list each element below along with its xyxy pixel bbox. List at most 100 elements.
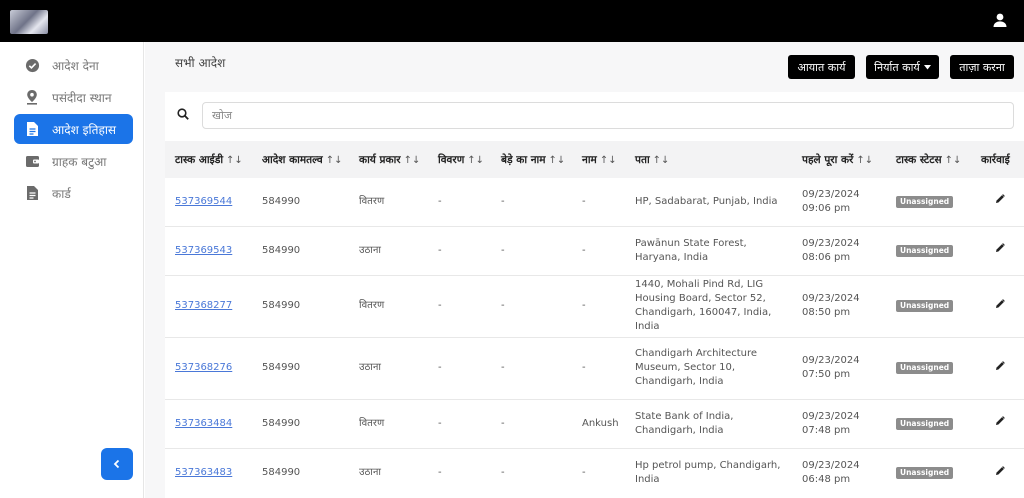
app-logo[interactable] bbox=[10, 10, 48, 34]
date-text: 09/23/2024 bbox=[802, 410, 860, 422]
action-cell bbox=[971, 178, 1024, 227]
column-header: कार्रवाई bbox=[971, 141, 1024, 178]
sidebar-item-order-history[interactable]: आदेश इतिहास bbox=[14, 114, 133, 144]
sort-icon: ↑↓ bbox=[652, 154, 670, 166]
task-type-cell: उठाना bbox=[349, 337, 428, 400]
address-cell: 1440, Mohali Pind Rd, LIG Housing Board,… bbox=[625, 275, 792, 338]
description-cell: - bbox=[428, 226, 491, 276]
pencil-icon bbox=[996, 465, 1005, 475]
task-id-link[interactable]: 537368277 bbox=[175, 300, 232, 311]
sort-icon: ↑↓ bbox=[226, 154, 243, 166]
task-id-cell: 537368276 bbox=[165, 337, 252, 400]
sidebar-item-label: पसंदीदा स्थान bbox=[52, 90, 112, 105]
edit-button[interactable] bbox=[995, 416, 1005, 431]
column-header[interactable]: टास्क स्टेटस ↑↓ bbox=[886, 141, 971, 178]
search-input[interactable] bbox=[202, 102, 1014, 129]
task-status-cell: Unassigned bbox=[886, 337, 971, 400]
user-icon[interactable] bbox=[992, 12, 1008, 28]
fleet-name-cell: - bbox=[491, 399, 572, 449]
time-text: 06:48 pm bbox=[802, 474, 851, 485]
refresh-button[interactable]: ताज़ा करना bbox=[950, 55, 1014, 79]
column-header[interactable]: बेड़े का नाम ↑↓ bbox=[491, 141, 572, 178]
table-row: 537369543 584990 उठाना - - - Pawānun State For… bbox=[165, 226, 1024, 276]
edit-button[interactable] bbox=[995, 243, 1005, 258]
sidebar-item-label: कार्ड bbox=[52, 186, 71, 201]
column-header[interactable]: पता ↑↓ bbox=[625, 141, 792, 178]
task-type-cell: उठाना bbox=[349, 226, 428, 276]
order-cell: 584990 bbox=[252, 275, 349, 338]
column-header[interactable]: कार्य प्रकार ↑↓ bbox=[349, 141, 428, 178]
address-cell: Chandigarh Architecture Museum, Sector 1… bbox=[625, 337, 792, 400]
name-cell: - bbox=[572, 448, 625, 498]
caret-down-icon bbox=[923, 64, 931, 69]
task-id-link[interactable]: 537368276 bbox=[175, 362, 232, 373]
time-text: 07:50 pm bbox=[802, 369, 851, 380]
orders-table: टास्क आईडी ↑↓ आदेश कामतल्व ↑↓ कार्य प्रकार… bbox=[165, 141, 1024, 498]
column-header[interactable]: आदेश कामतल्व ↑↓ bbox=[252, 141, 349, 178]
edit-button[interactable] bbox=[995, 465, 1005, 481]
table-row: 537368277 584990 वितरण - - -1440, Mohali Pind… bbox=[165, 275, 1024, 338]
import-tasks-button[interactable]: आयात कार्य bbox=[788, 55, 855, 79]
pencil-icon bbox=[996, 298, 1005, 308]
table-row: 537368276 584990 उठाना - - - Chandigarh Archit… bbox=[165, 337, 1024, 400]
check-circle-icon bbox=[24, 57, 40, 73]
sidebar-item-card[interactable]: कार्ड bbox=[14, 178, 133, 208]
sort-icon: ↑↓ bbox=[944, 154, 962, 166]
sidebar-item-favorite-places[interactable]: पसंदीदा स्थान bbox=[14, 82, 133, 112]
search-icon bbox=[177, 108, 189, 120]
task-id-link[interactable]: 537363483 bbox=[175, 467, 232, 478]
top-bar bbox=[0, 0, 1024, 42]
pencil-icon bbox=[996, 194, 1005, 204]
task-id-link[interactable]: 537363484 bbox=[175, 418, 232, 429]
time-text: 09:06 pm bbox=[802, 202, 851, 214]
order-cell: 584990 bbox=[252, 226, 349, 276]
task-id-cell: 537363484 bbox=[165, 399, 252, 449]
table-row: 537369544 584990 वितरण - - - HP, Sadabarat, Pu… bbox=[165, 178, 1024, 227]
time-text: 07:48 pm bbox=[802, 424, 851, 436]
order-cell: 584990 bbox=[252, 448, 349, 498]
orders-panel: टास्क आईडी↑↓ आदेश कामतल्व↑↓ कार्य प्रकार… bbox=[165, 92, 1024, 498]
sidebar-item-place-order[interactable]: आदेश देना bbox=[14, 50, 133, 80]
task-id-link[interactable]: 537369543 bbox=[175, 245, 232, 256]
fleet-name-cell: - bbox=[491, 337, 572, 400]
column-header[interactable]: विवरण ↑↓ bbox=[428, 141, 491, 178]
name-cell: - bbox=[572, 178, 625, 227]
task-type-cell: उठाना bbox=[349, 448, 428, 498]
task-id-cell: 537369544 bbox=[165, 178, 252, 227]
task-id-cell: 537363483 bbox=[165, 448, 252, 498]
sort-icon: ↑↓ bbox=[325, 154, 343, 166]
task-status-cell: Unassigned bbox=[886, 399, 971, 449]
status-badge: Unassigned bbox=[896, 467, 954, 479]
status-badge: Unassigned bbox=[896, 244, 954, 257]
time-text: 08:50 pm bbox=[802, 307, 851, 318]
sort-icon: ↑↓ bbox=[548, 154, 566, 166]
table-row: 537363483 584990 उठाना - - - Hp petrol pump, C… bbox=[165, 448, 1024, 498]
export-tasks-button[interactable]: निर्यात कार्य bbox=[866, 55, 939, 79]
task-status-cell: Unassigned bbox=[886, 448, 971, 498]
pencil-icon bbox=[996, 243, 1005, 252]
sidebar-collapse-button[interactable] bbox=[101, 448, 133, 480]
sort-icon: ↑↓ bbox=[856, 154, 874, 166]
edit-button[interactable] bbox=[995, 360, 1005, 376]
sidebar-item-customer-wallet[interactable]: ग्राहक बटुआ bbox=[14, 146, 133, 176]
address-cell: Pawānun State Forest, Haryana, India bbox=[625, 226, 792, 276]
column-header[interactable]: टास्क आईडी ↑↓ bbox=[165, 141, 252, 178]
action-cell bbox=[971, 448, 1024, 498]
edit-button[interactable] bbox=[995, 194, 1005, 209]
column-header[interactable]: पहले पूरा करें ↑↓ bbox=[792, 141, 886, 178]
date-text: 09/23/2024 bbox=[802, 460, 860, 471]
complete-before-cell: 09/23/2024 08:50 pm bbox=[792, 275, 886, 338]
pencil-icon bbox=[996, 360, 1005, 370]
edit-button[interactable] bbox=[995, 298, 1005, 314]
document-icon bbox=[24, 185, 40, 201]
page-title: सभी आदेश bbox=[175, 56, 226, 70]
task-status-cell: Unassigned bbox=[886, 275, 971, 338]
address-cell: State Bank of India, Chandigarh, India bbox=[625, 399, 792, 449]
sidebar: आदेश देना पसंदीदा स्थान आदेश इतिहास ग्रा… bbox=[0, 42, 144, 498]
sort-icon: ↑↓ bbox=[467, 154, 485, 166]
task-id-link[interactable]: 537369544 bbox=[175, 196, 232, 207]
table-header-row: टास्क आईडी ↑↓ आदेश कामतल्व ↑↓ कार्य प्रकार… bbox=[165, 141, 1024, 178]
column-header[interactable]: नाम ↑↓ bbox=[572, 141, 625, 178]
pencil-icon bbox=[996, 416, 1005, 425]
sidebar-item-label: आदेश देना bbox=[52, 58, 99, 73]
